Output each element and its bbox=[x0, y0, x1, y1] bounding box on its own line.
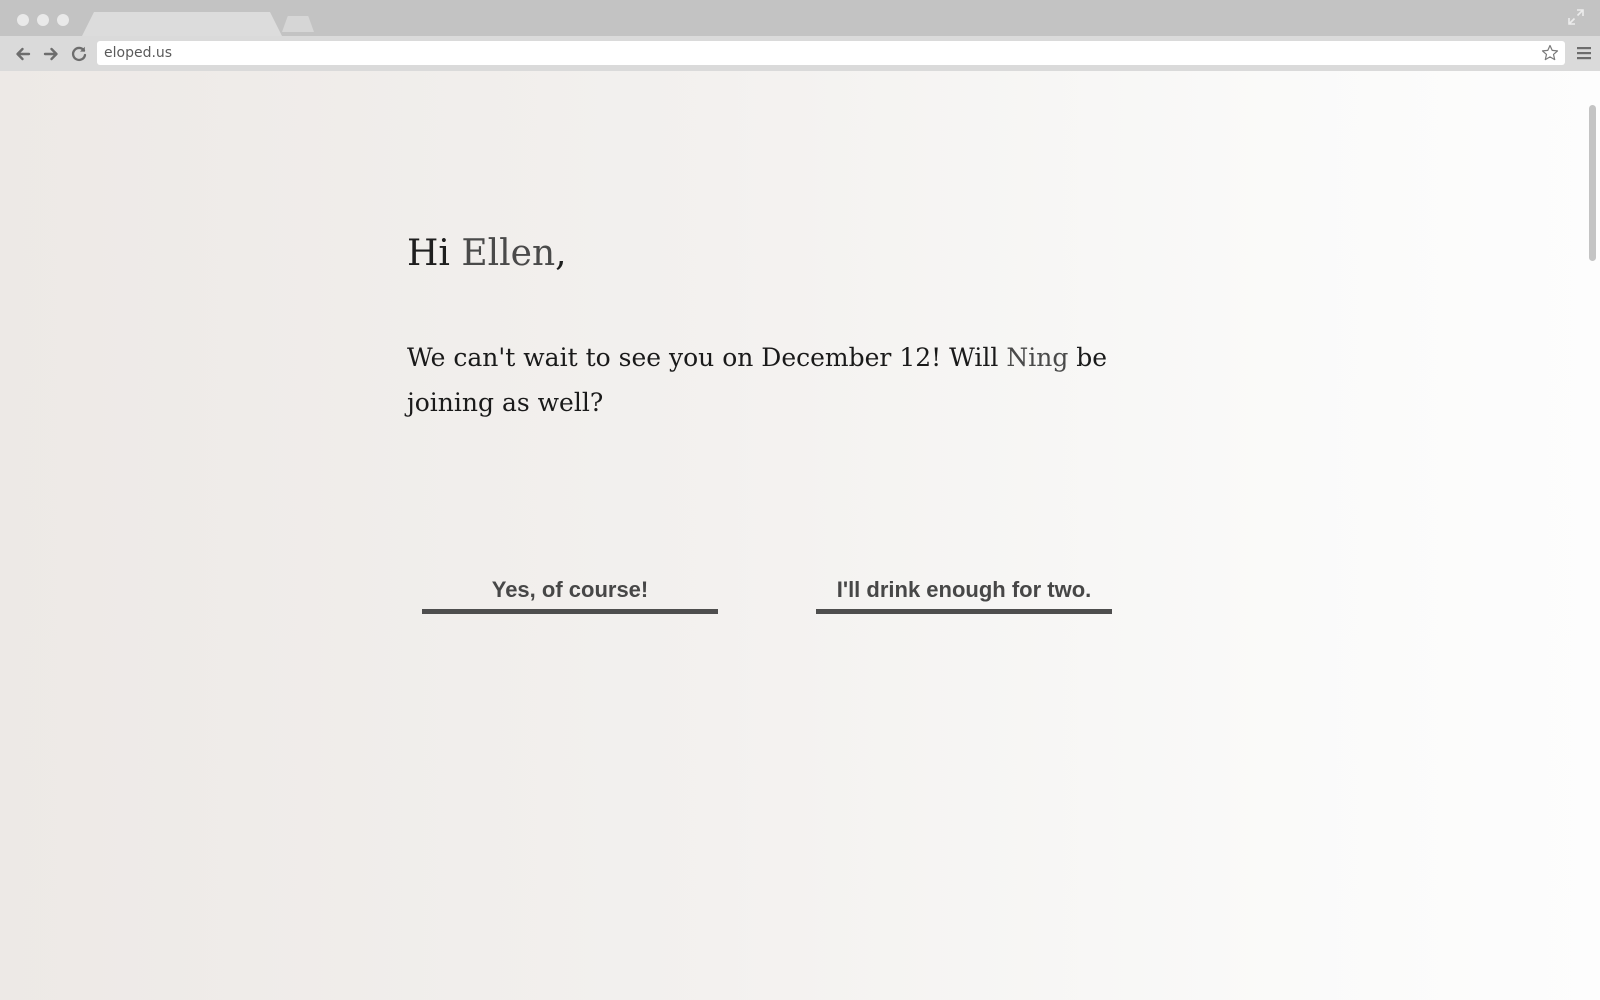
address-bar[interactable]: eloped.us bbox=[97, 41, 1565, 65]
reload-icon[interactable] bbox=[69, 44, 89, 64]
minimize-window-button[interactable] bbox=[37, 14, 49, 26]
page-viewport: Hi Ellen, We can't wait to see you on De… bbox=[0, 71, 1600, 1000]
partner-name: Ning bbox=[1006, 343, 1069, 372]
message-prefix: We can't wait to see you on December 12!… bbox=[407, 343, 1007, 372]
greeting-suffix: , bbox=[555, 233, 567, 274]
url-text: eloped.us bbox=[104, 45, 173, 61]
forward-arrow-icon[interactable] bbox=[41, 44, 61, 64]
rsvp-decline-button[interactable]: I'll drink enough for two. bbox=[816, 554, 1112, 614]
scrollbar-thumb[interactable] bbox=[1589, 105, 1596, 261]
rsvp-yes-button[interactable]: Yes, of course! bbox=[422, 554, 718, 614]
close-window-button[interactable] bbox=[17, 14, 29, 26]
browser-window: eloped.us Hi Ellen, We can't wait to see… bbox=[0, 0, 1600, 1000]
browser-toolbar: eloped.us bbox=[0, 36, 1600, 71]
greeting-heading: Hi Ellen, bbox=[407, 233, 567, 274]
title-bar bbox=[0, 0, 1600, 36]
back-arrow-icon[interactable] bbox=[13, 44, 33, 64]
new-tab-button[interactable] bbox=[282, 16, 314, 32]
star-icon[interactable] bbox=[1541, 44, 1559, 62]
fullscreen-icon[interactable] bbox=[1568, 9, 1584, 25]
invitation-message: We can't wait to see you on December 12!… bbox=[407, 335, 1197, 425]
guest-name: Ellen bbox=[461, 233, 556, 274]
browser-tab[interactable] bbox=[82, 12, 282, 36]
hamburger-menu-icon[interactable] bbox=[1576, 45, 1592, 61]
zoom-window-button[interactable] bbox=[57, 14, 69, 26]
greeting-prefix: Hi bbox=[407, 233, 462, 274]
